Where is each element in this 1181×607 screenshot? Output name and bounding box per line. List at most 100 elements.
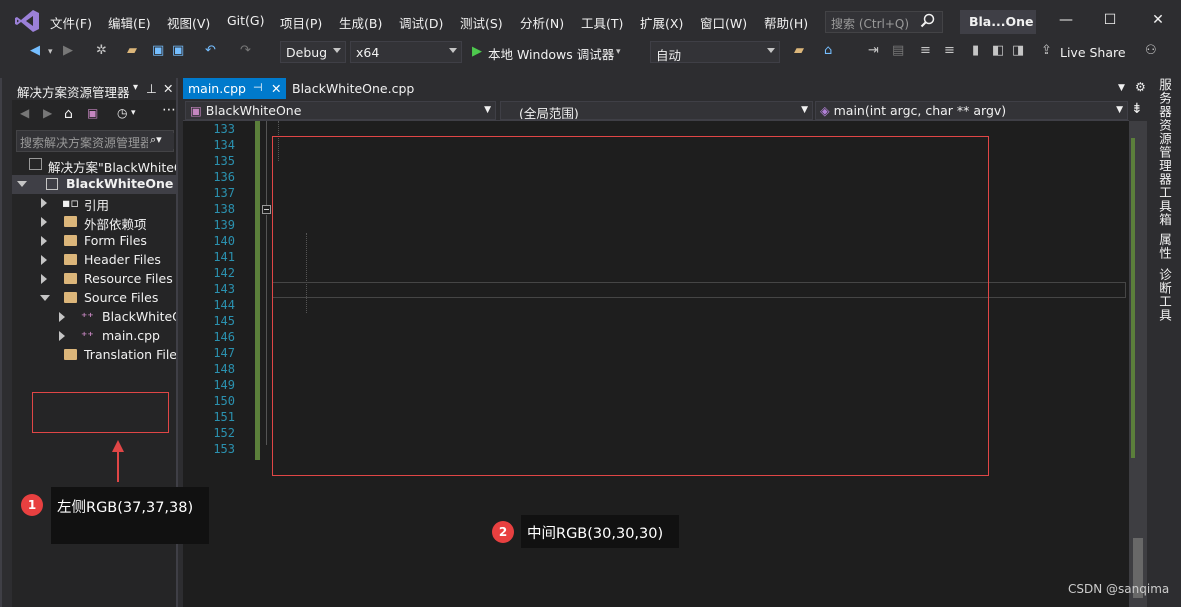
menu-window[interactable]: 窗口(W): [700, 13, 747, 32]
feedback-icon[interactable]: ⚇: [1145, 43, 1157, 58]
tree-form-files[interactable]: Form Files: [12, 232, 176, 251]
line-number: 135: [213, 154, 235, 168]
solution-explorer-title: 解决方案资源管理器 ▾ ⊥ ✕: [12, 78, 176, 100]
pin-icon[interactable]: ⊣: [253, 81, 263, 94]
tree-solution[interactable]: 解决方案"BlackWhiteOne": [12, 156, 176, 175]
tree-header-files[interactable]: Header Files: [12, 251, 176, 270]
live-share-icon[interactable]: ⇪: [1041, 43, 1052, 58]
search-icon[interactable]: [920, 13, 936, 29]
breakpoint-icon[interactable]: ▤: [892, 43, 904, 58]
nav-forward-icon[interactable]: ▶: [43, 106, 52, 120]
config-dropdown[interactable]: Debug: [280, 41, 346, 63]
close-panel-icon[interactable]: ✕: [163, 81, 173, 96]
menu-file[interactable]: 文件(F): [50, 13, 92, 32]
redo-icon[interactable]: ↷: [240, 43, 251, 58]
close-icon[interactable]: ✕: [1148, 12, 1168, 28]
visual-studio-logo-icon[interactable]: [14, 9, 40, 33]
folder-icon[interactable]: ▰: [794, 43, 804, 58]
tree-project[interactable]: BlackWhiteOne: [12, 175, 176, 194]
line-number: 134: [213, 138, 235, 152]
bookmark-prev-icon[interactable]: ◧: [992, 43, 1004, 58]
menu-extensions[interactable]: 扩展(X): [640, 13, 683, 32]
forward-icon[interactable]: ▶: [63, 43, 73, 58]
run-debugger-button[interactable]: 本地 Windows 调试器: [488, 44, 614, 63]
bookmark-icon[interactable]: ▮: [972, 43, 979, 58]
live-share-button[interactable]: Live Share: [1060, 45, 1126, 60]
side-tab-toolbox[interactable]: 工具箱: [1155, 186, 1174, 227]
tab-blackwhiteone-cpp[interactable]: BlackWhiteOne.cpp: [292, 78, 414, 99]
bookmark-next-icon[interactable]: ◨: [1012, 43, 1024, 58]
close-tab-icon[interactable]: ✕: [271, 81, 281, 96]
tree-external-deps[interactable]: 外部依赖项: [12, 213, 176, 232]
run-dropdown-icon[interactable]: ▾: [616, 47, 621, 57]
tree-blackwhiteone-cpp[interactable]: ⁺⁺ BlackWhiteOne: [12, 308, 176, 327]
menu-view[interactable]: 视图(V): [167, 13, 210, 32]
menu-edit[interactable]: 编辑(E): [108, 13, 151, 32]
pending-changes-icon[interactable]: ◷: [117, 106, 127, 120]
menu-build[interactable]: 生成(B): [339, 13, 382, 32]
nav-scope-dropdown[interactable]: (全局范围) ▼: [500, 101, 813, 120]
solution-title-badge: Bla...One: [960, 10, 1036, 34]
nav-project-dropdown[interactable]: ▣ BlackWhiteOne ▼: [185, 101, 496, 120]
platform-dropdown[interactable]: x64: [350, 41, 462, 63]
chevron-down-icon: ▼: [801, 105, 808, 115]
line-number: 144: [213, 298, 235, 312]
search-icon[interactable]: ⌕▾: [148, 133, 174, 149]
collapsed-arrow-icon: [41, 236, 47, 246]
outdent-icon[interactable]: ≡: [944, 43, 955, 58]
play-icon[interactable]: ▶: [472, 44, 482, 59]
folder-icon: [64, 349, 77, 360]
line-number: 143: [213, 282, 235, 296]
menu-tools[interactable]: 工具(T): [581, 13, 623, 32]
tree-source-files[interactable]: Source Files: [12, 289, 176, 308]
minimize-icon[interactable]: —: [1056, 12, 1076, 28]
split-editor-icon[interactable]: ⇟: [1131, 101, 1143, 117]
maximize-icon[interactable]: ☐: [1100, 12, 1120, 28]
menu-analyze[interactable]: 分析(N): [520, 13, 564, 32]
home-icon[interactable]: ⌂: [64, 106, 73, 122]
dropdown-icon[interactable]: ▾: [133, 82, 138, 93]
menu-project[interactable]: 项目(P): [280, 13, 322, 32]
step-icon[interactable]: ⇥: [868, 43, 879, 58]
project-icon: [46, 178, 58, 190]
more-icon[interactable]: ⋯: [162, 102, 176, 118]
tree-references[interactable]: ▪▫ 引用: [12, 194, 176, 213]
line-number: 145: [213, 314, 235, 328]
save-all-icon[interactable]: ▣: [172, 43, 184, 58]
chevron-down-icon: [333, 48, 341, 53]
new-project-icon[interactable]: ✲: [96, 43, 107, 58]
tab-main-cpp[interactable]: main.cpp ⊣ ✕: [183, 78, 286, 99]
side-tab-diagnostics[interactable]: 诊断工具: [1155, 268, 1174, 322]
annotation-box-left: [32, 392, 169, 433]
tab-list-icon[interactable]: ▼: [1118, 83, 1125, 93]
nav-back-icon[interactable]: ◀: [20, 106, 29, 120]
switch-view-icon[interactable]: ▣: [87, 106, 98, 120]
tree-resource-files[interactable]: Resource Files: [12, 270, 176, 289]
line-number: 138: [213, 202, 235, 216]
save-icon[interactable]: ▣: [152, 43, 164, 58]
menu-test[interactable]: 测试(S): [460, 13, 503, 32]
back-icon[interactable]: ◀: [30, 43, 40, 58]
tree-main-cpp[interactable]: ⁺⁺ main.cpp: [12, 327, 176, 346]
tree-source-files-label: Source Files: [84, 290, 159, 305]
home-icon[interactable]: ⌂: [824, 43, 832, 58]
undo-icon[interactable]: ↶: [205, 43, 216, 58]
auto-dropdown[interactable]: 自动: [650, 41, 780, 63]
chevron-down-icon[interactable]: ▾: [131, 108, 136, 118]
menu-help[interactable]: 帮助(H): [764, 13, 808, 32]
nav-function-dropdown[interactable]: ◈ main(int argc, char ** argv) ▼: [815, 101, 1128, 120]
annotation-badge-2: 2: [492, 521, 514, 543]
tree-translation-files[interactable]: Translation Files: [12, 346, 176, 365]
menu-git[interactable]: Git(G): [227, 13, 265, 28]
menu-debug[interactable]: 调试(D): [399, 13, 443, 32]
settings-icon[interactable]: ⚙: [1135, 80, 1146, 94]
side-tab-properties[interactable]: 属性: [1155, 233, 1174, 260]
cpp-file-icon: ⁺⁺: [81, 310, 94, 324]
collapse-minus-icon: [264, 209, 269, 210]
back-dropdown-icon[interactable]: ▾: [48, 47, 53, 57]
side-tab-server-explorer[interactable]: 服务器资源管理器: [1155, 78, 1174, 186]
indent-icon[interactable]: ≡: [920, 43, 931, 58]
pin-icon[interactable]: ⊥: [146, 81, 157, 96]
annotation-badge-1: 1: [21, 494, 43, 516]
open-folder-icon[interactable]: ▰: [127, 43, 137, 58]
